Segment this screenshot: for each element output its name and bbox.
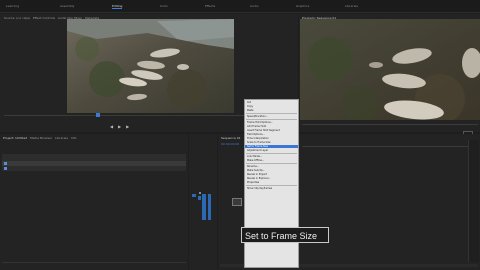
project-panel: Project: Untitled Media Browser Librarie… [0,134,188,270]
menu-item-paste[interactable]: Paste [247,109,253,112]
project-bottom-toolbar [2,262,186,268]
menu-item-reveal-in-project[interactable]: Reveal in Project [247,173,267,176]
menu-separator [246,119,297,120]
workspace-tab[interactable]: Effects [205,4,215,8]
clip-on-timeline[interactable] [232,198,242,206]
menu-item-properties[interactable]: Properties [247,181,259,184]
project-list-header [2,154,186,161]
program-video-frame[interactable] [300,19,480,120]
menu-item-time-interpolation[interactable]: Time Interpolation [247,137,269,140]
menu-item-insert-frame-hold[interactable]: Insert Frame Hold Segment [247,129,280,132]
menu-item-copy[interactable]: Copy [247,105,253,108]
source-video-frame[interactable] [67,19,234,113]
menu-item-link-media[interactable]: Link Media... [247,155,262,158]
menu-item-show-clip-keyframes[interactable]: Show Clip Keyframes [247,187,272,190]
menu-item-speed-duration[interactable]: Speed/Duration... [247,115,268,118]
source-transport-controls: ◀ ▶ ▶ [110,124,129,129]
workspace-tab[interactable]: Assembly [60,4,74,8]
menu-item-cut[interactable]: Cut [247,101,251,104]
seal-closeup-image [300,19,480,120]
program-monitor-panel: Program: Sequence 01 [299,14,480,137]
tab-media-browser[interactable]: Media Browser [30,136,52,140]
workspace-tab[interactable]: Learning [6,4,19,8]
tab-info[interactable]: Info [71,136,77,140]
workspace-tab[interactable]: Graphics [296,4,309,8]
clip-icon [4,162,7,165]
menu-item-adjustment-layer[interactable]: Adjustment Layer [247,149,268,152]
list-item[interactable] [2,166,186,171]
menu-item-frame-hold-options[interactable]: Frame Hold Options... [247,121,273,124]
menu-item-make-subclip[interactable]: Make Subclip... [247,169,265,172]
menu-item-scale-to-frame-size[interactable]: Scale to Frame Size [247,141,270,144]
project-tabs: Project: Untitled Media Browser Librarie… [3,136,77,140]
menu-item-set-to-frame-size[interactable]: Set to Frame Size [245,145,298,148]
track-target-toggle[interactable] [192,194,196,197]
menu-item-field-options[interactable]: Field Options... [247,133,265,136]
tab-effect-controls[interactable]: Effect Controls [33,16,55,20]
selection-tool-icon[interactable] [199,192,201,194]
menu-item-add-frame-hold[interactable]: Add Frame Hold [247,125,266,128]
playhead-marker[interactable] [96,113,100,117]
audio-meters [468,140,479,262]
tab-source[interactable]: Source: (no clips) [4,16,30,20]
workspace-tab[interactable]: Color [160,4,168,8]
play-icon[interactable]: ▶ [118,124,121,129]
menu-separator [246,153,297,154]
menu-separator [246,163,297,164]
menu-item-make-offline[interactable]: Make Offline... [247,159,264,162]
workspace-tab[interactable]: Libraries [345,4,358,8]
workspace-bar: Learning Assembly Editing Color Effects … [0,0,480,13]
track-targeting-column[interactable] [208,194,211,220]
track-lock-toggle[interactable] [198,196,201,200]
menu-item-reveal-in-explorer[interactable]: Reveal in Explorer... [247,177,271,180]
program-scrubber[interactable] [302,124,478,125]
step-forward-icon[interactable]: ▶ [126,124,129,129]
menu-separator [246,113,297,114]
workspace-tab-active[interactable]: Editing [112,4,123,9]
tab-project[interactable]: Project: Untitled [3,136,27,140]
tab-libraries[interactable]: Libraries [55,136,68,140]
sequence-icon [4,167,7,170]
step-back-icon[interactable]: ◀ [110,124,113,129]
tab-sequence[interactable]: Sequence 01 [221,136,241,140]
menu-item-rename[interactable]: Rename... [247,165,259,168]
seal-rocks-image [67,19,234,113]
track-source-patch[interactable] [202,194,206,220]
tooltip-callout: Set to Frame Size [241,227,329,243]
time-ruler[interactable] [302,146,478,147]
workspace-tab[interactable]: Audio [250,4,259,8]
menu-separator [246,185,297,186]
timeline-timecode[interactable]: 00:00:00:00 [221,142,239,146]
